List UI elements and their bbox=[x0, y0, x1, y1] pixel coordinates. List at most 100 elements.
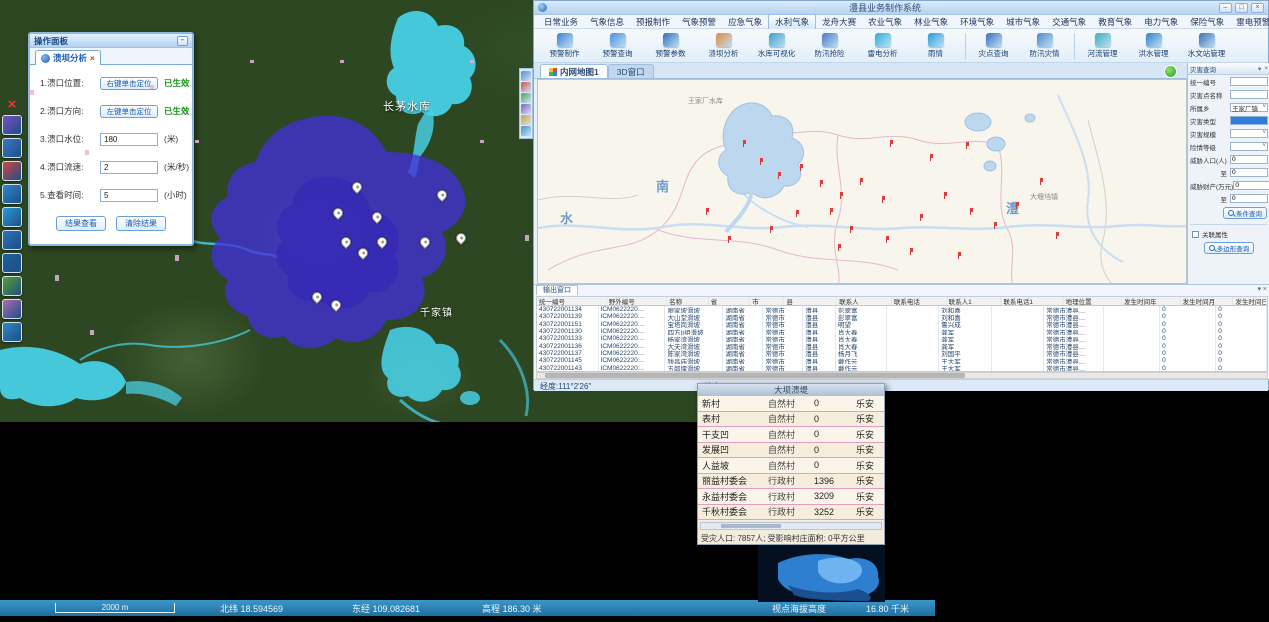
disaster-point-marker[interactable] bbox=[920, 214, 923, 218]
operation-panel-dialog[interactable]: 操作面板 – 溃坝分析 × 1.溃口位置: 右键单击定位 已生效 2.溃口方向:… bbox=[28, 32, 194, 246]
dialog-titlebar[interactable]: 操作面板 – bbox=[30, 34, 192, 48]
toolbar-button[interactable]: 雨情 bbox=[909, 33, 962, 59]
output-tab[interactable]: 输出窗口 bbox=[536, 285, 578, 295]
disaster-point-marker[interactable] bbox=[958, 252, 961, 256]
select-icon[interactable] bbox=[521, 104, 531, 114]
result-marker-pin[interactable] bbox=[418, 235, 432, 249]
pan-icon[interactable] bbox=[521, 93, 531, 103]
refresh-button[interactable] bbox=[1164, 65, 1177, 78]
column-header[interactable]: 省 bbox=[709, 297, 751, 305]
scrollbar-thumb[interactable] bbox=[721, 524, 781, 528]
result-marker-pin[interactable] bbox=[339, 235, 353, 249]
disaster-point-marker[interactable] bbox=[850, 226, 853, 230]
toolbar-button[interactable]: 水库可视化 bbox=[750, 33, 803, 59]
result-marker-pin[interactable] bbox=[454, 231, 468, 245]
result-marker-pin[interactable] bbox=[331, 206, 345, 220]
column-header[interactable]: 统一编号 bbox=[537, 297, 607, 305]
menu-item[interactable]: 电力气象 bbox=[1138, 15, 1184, 29]
menu-item[interactable]: 应急气象 bbox=[722, 15, 768, 29]
result-marker-pin[interactable] bbox=[370, 210, 384, 224]
disaster-point-marker[interactable] bbox=[838, 244, 841, 248]
disaster-point-marker[interactable] bbox=[882, 196, 885, 200]
disaster-point-marker[interactable] bbox=[706, 208, 709, 212]
condition-query-button[interactable]: 条件查询 bbox=[1223, 207, 1267, 219]
output-table[interactable]: 统一编号野外编号名称省市县联系人联系电话联系人1联系电话1地理位置发生时间年发生… bbox=[536, 296, 1268, 372]
disaster-point-marker[interactable] bbox=[840, 192, 843, 196]
pin-icon[interactable]: ▾ bbox=[1257, 286, 1261, 293]
threat-asset-input[interactable] bbox=[1233, 181, 1269, 190]
result-marker-pin[interactable] bbox=[375, 235, 389, 249]
overview-map[interactable] bbox=[758, 545, 885, 602]
township-select[interactable]: 王家厂镇 bbox=[1230, 103, 1268, 112]
result-marker-pin[interactable] bbox=[435, 188, 449, 202]
disaster-point-marker[interactable] bbox=[860, 178, 863, 182]
unified-id-input[interactable] bbox=[1230, 77, 1268, 86]
disaster-scale-select[interactable] bbox=[1230, 129, 1268, 138]
disaster-point-marker[interactable] bbox=[796, 210, 799, 214]
column-header[interactable]: 发生时间日 bbox=[1233, 297, 1267, 305]
toolbar-button[interactable]: 预警制作 bbox=[538, 33, 591, 59]
disaster-point-marker[interactable] bbox=[743, 140, 746, 144]
breach-level-input[interactable] bbox=[100, 133, 158, 146]
toolbar-button[interactable]: 预警查询 bbox=[591, 33, 644, 59]
disaster-point-marker[interactable] bbox=[966, 142, 969, 146]
toolbar-button[interactable]: 防汛抢险 bbox=[803, 33, 856, 59]
breach-direction-button[interactable]: 左键单击定位 bbox=[100, 105, 158, 118]
disaster-point-marker[interactable] bbox=[760, 158, 763, 162]
disaster-point-marker[interactable] bbox=[1016, 202, 1019, 206]
toolbar-button[interactable]: 灾点查询 bbox=[965, 33, 1018, 59]
disaster-point-marker[interactable] bbox=[770, 226, 773, 230]
threat-pop-to-input[interactable] bbox=[1230, 168, 1268, 177]
horizontal-scrollbar[interactable] bbox=[700, 522, 882, 530]
column-header[interactable]: 名称 bbox=[667, 297, 709, 305]
scrollbar-thumb[interactable] bbox=[545, 373, 965, 378]
column-header[interactable]: 联系人 bbox=[837, 297, 892, 305]
menu-item[interactable]: 水利气象 bbox=[768, 14, 816, 30]
column-header[interactable]: 县 bbox=[784, 297, 837, 305]
tab-dam-break-analysis[interactable]: 溃坝分析 × bbox=[35, 50, 101, 65]
measure-icon[interactable] bbox=[521, 115, 531, 125]
disaster-point-marker[interactable] bbox=[830, 208, 833, 212]
column-header[interactable]: 野外编号 bbox=[607, 297, 667, 305]
clear-result-button[interactable]: 清除结果 bbox=[116, 216, 166, 231]
breach-flow-input[interactable] bbox=[100, 161, 158, 174]
pin-icon[interactable]: ▾ bbox=[1258, 65, 1261, 73]
person-icon[interactable] bbox=[2, 299, 22, 319]
menu-item[interactable]: 预报制作 bbox=[630, 15, 676, 29]
disaster-point-marker[interactable] bbox=[890, 140, 893, 144]
menu-item[interactable]: 环境气象 bbox=[954, 15, 1000, 29]
info-icon[interactable] bbox=[521, 126, 531, 136]
menu-item[interactable]: 教育气象 bbox=[1092, 15, 1138, 29]
view-result-button[interactable]: 结果查看 bbox=[56, 216, 106, 231]
tab-3d-window[interactable]: 3D窗口 bbox=[608, 64, 654, 78]
toolbar-button[interactable]: 河流管理 bbox=[1074, 33, 1127, 59]
compass-icon[interactable] bbox=[2, 322, 22, 342]
menu-item[interactable]: 林业气象 bbox=[908, 15, 954, 29]
disaster-point-marker[interactable] bbox=[1040, 178, 1043, 182]
flag-icon[interactable] bbox=[2, 161, 22, 181]
disaster-point-marker[interactable] bbox=[944, 192, 947, 196]
result-marker-pin[interactable] bbox=[356, 246, 370, 260]
water-icon[interactable] bbox=[2, 184, 22, 204]
disaster-point-marker[interactable] bbox=[930, 154, 933, 158]
close-button[interactable]: × bbox=[1251, 3, 1264, 13]
maximize-button[interactable]: □ bbox=[1235, 3, 1248, 13]
menu-item[interactable]: 龙舟大赛 bbox=[816, 15, 862, 29]
rain-icon[interactable] bbox=[2, 230, 22, 250]
panel-header[interactable]: 灾害查询 ▾ × bbox=[1188, 63, 1269, 75]
table-row[interactable]: 430722001139ICM0622220… 大山堂滑坡湖南省 常德市澧县 彭… bbox=[537, 313, 1267, 320]
table-row[interactable]: 430722001151ICM0622220… 宝塔岗滑坡湖南省 常德市澧县 明… bbox=[537, 321, 1267, 328]
toolbar-button[interactable]: 洪水管理 bbox=[1127, 33, 1180, 59]
column-header[interactable]: 发生时间月 bbox=[1181, 297, 1234, 305]
home-icon[interactable] bbox=[2, 276, 22, 296]
close-icon[interactable]: × bbox=[1264, 65, 1268, 72]
menu-item[interactable]: 气象预警 bbox=[676, 15, 722, 29]
panel-title[interactable]: 大坝溃堤 bbox=[698, 384, 884, 396]
village-row[interactable]: 丽益村委会 行政村 1396 乐安 bbox=[698, 474, 884, 490]
gis-map-view[interactable]: 南 水 澧 王家厂水库 大堰垱镇 bbox=[537, 79, 1187, 284]
disaster-type-select[interactable] bbox=[1230, 116, 1268, 125]
close-icon[interactable]: × bbox=[2, 96, 22, 112]
result-marker-pin[interactable] bbox=[329, 298, 343, 312]
menu-item[interactable]: 农业气象 bbox=[862, 15, 908, 29]
result-marker-pin[interactable] bbox=[350, 180, 364, 194]
